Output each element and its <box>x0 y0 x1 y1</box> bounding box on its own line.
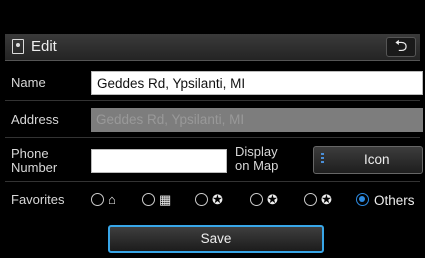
radio-favorite-3[interactable] <box>304 193 317 206</box>
map-pin-icon <box>12 39 24 54</box>
phone-label-line2: Number <box>11 160 58 175</box>
favorite-pin-3-icon: ✪ <box>321 192 332 207</box>
display-on-map-label: Display on Map <box>235 145 278 173</box>
radio-others[interactable] <box>356 193 369 206</box>
address-row: Address Geddes Rd, Ypsilanti, MI <box>5 101 423 138</box>
phone-number-field[interactable] <box>91 149 227 173</box>
radio-home[interactable] <box>91 193 104 206</box>
icon-button-label: Icon <box>364 152 390 167</box>
favorite-pin-1-icon: ✪ <box>212 192 223 207</box>
address-field: Geddes Rd, Ypsilanti, MI <box>91 108 423 132</box>
edit-screen: Edit ⮌ Name Geddes Rd, Ypsilanti, MI Add… <box>0 0 425 258</box>
radio-favorite-1[interactable] <box>195 193 208 206</box>
phone-row: Phone Number Display on Map Icon <box>5 141 423 182</box>
phone-label: Phone Number <box>11 147 57 175</box>
display-on-map-line1: Display <box>235 144 278 159</box>
name-field[interactable]: Geddes Rd, Ypsilanti, MI <box>91 71 423 95</box>
title-bar: Edit ⮌ <box>5 34 420 61</box>
name-row: Name Geddes Rd, Ypsilanti, MI <box>5 64 423 101</box>
favorite-pin-2-icon: ✪ <box>267 192 278 207</box>
display-on-map-line2: on Map <box>235 158 279 173</box>
radio-office[interactable] <box>142 193 155 206</box>
name-label: Name <box>11 75 46 90</box>
office-building-icon: ▦ <box>159 192 172 207</box>
back-button[interactable]: ⮌ <box>386 37 416 57</box>
radio-favorite-2[interactable] <box>250 193 263 206</box>
back-arrow-icon: ⮌ <box>394 38 408 55</box>
others-label: Others <box>374 193 415 208</box>
icon-button[interactable]: Icon <box>313 146 423 174</box>
address-label: Address <box>11 112 59 127</box>
page-title: Edit <box>31 38 57 55</box>
favorites-row: Favorites ⌂ ▦ ✪ ✪ ✪ Others <box>5 182 420 220</box>
phone-label-line1: Phone <box>11 146 49 161</box>
home-icon: ⌂ <box>108 192 116 207</box>
save-button[interactable]: Save <box>108 225 324 253</box>
map-icon-marker-icon <box>321 153 324 165</box>
favorites-label: Favorites <box>11 192 65 207</box>
